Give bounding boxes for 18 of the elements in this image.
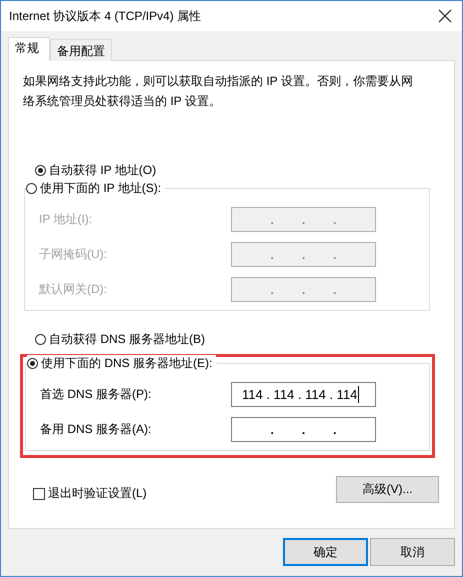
input-field[interactable]: . . . bbox=[231, 417, 376, 442]
advanced-button[interactable]: 高级(V)... bbox=[336, 476, 439, 503]
field-label: 备用 DNS 服务器(A): bbox=[40, 421, 152, 438]
radio-label[interactable]: 使用下面的 IP 地址(S): bbox=[40, 180, 162, 197]
tab[interactable]: 常规 bbox=[8, 37, 50, 61]
tab[interactable]: 备用配置 bbox=[50, 39, 112, 61]
radio-label[interactable]: 自动获得 DNS 服务器地址(B) bbox=[49, 331, 205, 348]
checkbox-label[interactable]: 退出时验证设置(L) bbox=[48, 485, 147, 502]
ok-button[interactable]: 确定 bbox=[283, 538, 368, 566]
radio-label[interactable]: 自动获得 IP 地址(O) bbox=[49, 162, 156, 179]
field-label: 默认网关(D): bbox=[39, 281, 107, 298]
window-title: Internet 协议版本 4 (TCP/IPv4) 属性 bbox=[9, 8, 202, 24]
field-label: 首选 DNS 服务器(P): bbox=[40, 386, 152, 403]
cancel-button[interactable]: 取消 bbox=[370, 538, 455, 566]
description-text: 如果网络支持此功能，则可以获取自动指派的 IP 设置。否则，你需要从网络系统管理员处获得适当的 IP 设置。 bbox=[23, 73, 414, 110]
input-field[interactable]: 114 . 114 . 114 . 114 bbox=[231, 382, 376, 407]
field-label: 子网掩码(U): bbox=[39, 246, 107, 263]
field-label: IP 地址(I): bbox=[39, 211, 92, 228]
